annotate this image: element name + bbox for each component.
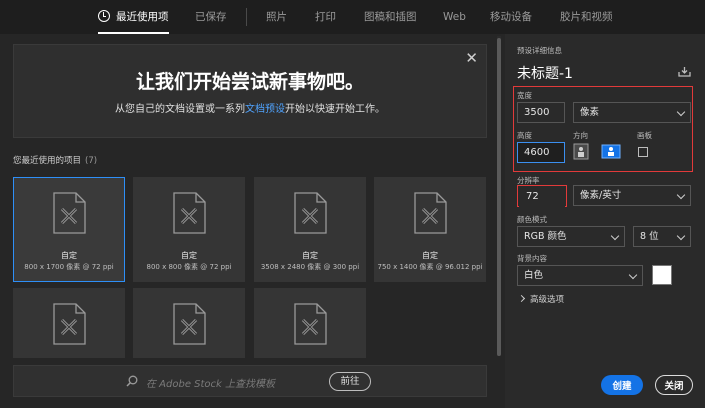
- tab-web[interactable]: Web: [443, 0, 466, 34]
- chevron-down-icon: [676, 107, 686, 117]
- tab-mobile[interactable]: 移动设备: [490, 0, 532, 34]
- recent-item-name: 自定: [302, 251, 318, 260]
- chevron-down-icon: [628, 270, 638, 280]
- document-icon: [294, 303, 327, 345]
- width-label: 宽度: [517, 91, 532, 100]
- width-unit-select[interactable]: 像素: [573, 102, 691, 123]
- resolution-input[interactable]: 72: [519, 186, 565, 207]
- recent-item-card[interactable]: 自定 750 x 1400 像素 @ 96.012 ppi: [374, 177, 486, 282]
- recent-item-card[interactable]: 自定 800 x 1700 像素 @ 72 ppi: [13, 177, 125, 282]
- welcome-banner: ✕ 让我们开始尝试新事物吧。 从您自己的文档设置或一系列文档预设开始以快速开始工…: [13, 44, 487, 138]
- stock-go-button[interactable]: 前往: [329, 372, 371, 391]
- document-icon: [53, 303, 86, 345]
- document-icon: [173, 192, 206, 234]
- artboard-label: 画板: [637, 131, 652, 140]
- chevron-right-icon: [517, 294, 526, 303]
- chevron-down-icon: [676, 190, 686, 200]
- recent-item-size: 800 x 1700 像素 @ 72 ppi: [24, 263, 114, 271]
- background-label: 背景内容: [517, 254, 547, 263]
- tab-saved[interactable]: 已保存: [195, 0, 227, 34]
- document-icon: [294, 192, 327, 234]
- chevron-down-icon: [610, 231, 620, 241]
- width-input[interactable]: 3500: [517, 102, 565, 123]
- tab-print[interactable]: 打印: [315, 0, 336, 34]
- recent-item-name: 自定: [181, 251, 197, 260]
- close-icon[interactable]: ✕: [465, 51, 478, 66]
- create-button[interactable]: 创建: [601, 375, 643, 395]
- preset-details-label: 预设详细信息: [517, 46, 562, 55]
- tab-divider: [246, 8, 247, 26]
- recent-items-heading: 您最近使用的项目 (7): [13, 154, 97, 166]
- chevron-down-icon: [676, 231, 686, 241]
- close-button[interactable]: 关闭: [655, 375, 693, 395]
- background-color-swatch[interactable]: [652, 265, 672, 285]
- advanced-options-label: 高级选项: [530, 295, 565, 305]
- save-preset-icon[interactable]: [678, 66, 691, 77]
- banner-subtitle-text-end: 开始以快速开始工作。: [285, 104, 385, 115]
- recent-items-label: 您最近使用的项目: [13, 156, 82, 166]
- clock-icon: [98, 10, 110, 22]
- document-icon: [173, 303, 206, 345]
- width-unit-value: 像素: [580, 107, 600, 118]
- banner-subtitle-text: 从您自己的文档设置或一系列: [115, 104, 245, 115]
- color-mode-select[interactable]: RGB 颜色: [517, 226, 625, 247]
- adobe-stock-search-bar: 在 Adobe Stock 上查找模板 前往: [13, 365, 487, 397]
- recent-item-size: 3508 x 2480 像素 @ 300 ppi: [260, 263, 360, 271]
- document-icon: [53, 192, 86, 234]
- recent-item-name: 自定: [61, 251, 77, 260]
- resolution-unit-value: 像素/英寸: [580, 190, 622, 201]
- recent-item-size: 800 x 800 像素 @ 72 ppi: [146, 263, 232, 271]
- bit-depth-select[interactable]: 8 位: [633, 226, 691, 247]
- stock-search-input[interactable]: 在 Adobe Stock 上查找模板: [146, 375, 275, 390]
- preset-details-panel: 预设详细信息 未标题-1 宽度 3500 像素 高度 方向 画板 4600 分辨…: [505, 34, 705, 408]
- tab-recent-label: 最近使用项: [116, 11, 169, 23]
- background-value: 白色: [524, 270, 544, 281]
- recent-item-card[interactable]: 自定 3508 x 2480 像素 @ 300 ppi: [254, 177, 366, 282]
- preset-tab-bar: 最近使用项 已保存 照片 打印 图稿和插图 Web 移动设备 胶片和视频: [0, 0, 705, 34]
- recent-items-count: (7): [85, 156, 98, 166]
- recent-item-size: 750 x 1400 像素 @ 96.012 ppi: [377, 263, 483, 271]
- recent-item-card[interactable]: 自定 800 x 800 像素 @ 72 ppi: [133, 177, 245, 282]
- background-select[interactable]: 白色: [517, 265, 643, 286]
- color-mode-label: 颜色模式: [517, 215, 547, 224]
- bit-depth-value: 8 位: [640, 231, 659, 242]
- tab-art-illustration[interactable]: 图稿和插图: [364, 0, 417, 34]
- recent-item-name: 自定: [422, 251, 438, 260]
- color-mode-value: RGB 颜色: [524, 231, 567, 242]
- document-presets-link[interactable]: 文档预设: [245, 104, 285, 115]
- recent-item-card[interactable]: [13, 288, 125, 358]
- height-label: 高度: [517, 131, 532, 140]
- portrait-orientation-icon[interactable]: [573, 143, 589, 160]
- search-icon: [126, 375, 138, 387]
- scrollbar-thumb[interactable]: [497, 38, 501, 356]
- height-input[interactable]: 4600: [517, 142, 565, 163]
- banner-subtitle: 从您自己的文档设置或一系列文档预设开始以快速开始工作。: [14, 100, 486, 115]
- recent-panel: ✕ 让我们开始尝试新事物吧。 从您自己的文档设置或一系列文档预设开始以快速开始工…: [0, 34, 505, 408]
- tab-recent[interactable]: 最近使用项: [98, 0, 169, 34]
- orientation-label: 方向: [573, 131, 588, 140]
- artboard-checkbox[interactable]: [638, 147, 648, 157]
- advanced-options-toggle[interactable]: 高级选项: [517, 293, 565, 305]
- tab-film-video[interactable]: 胶片和视频: [560, 0, 613, 34]
- recent-item-card[interactable]: [133, 288, 245, 358]
- resolution-unit-select[interactable]: 像素/英寸: [573, 185, 691, 206]
- document-icon: [414, 192, 447, 234]
- banner-title: 让我们开始尝试新事物吧。: [135, 71, 364, 93]
- document-name-field[interactable]: 未标题-1: [517, 63, 573, 83]
- landscape-orientation-icon[interactable]: [601, 143, 621, 160]
- recent-item-card[interactable]: [254, 288, 366, 358]
- tab-photo[interactable]: 照片: [266, 0, 287, 34]
